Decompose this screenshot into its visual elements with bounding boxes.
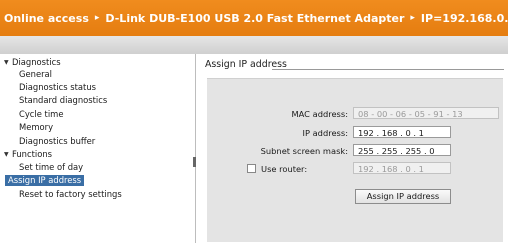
nav-item-diagnostics-status[interactable]: Diagnostics status: [19, 82, 96, 93]
nav-item-assign-ip-address[interactable]: Assign IP address: [5, 175, 85, 186]
ip-address-field[interactable]: 192 . 168 . 0 . 1: [353, 126, 451, 138]
nav-group-functions[interactable]: Functions: [12, 149, 52, 160]
router-address-field: 192 . 168 . 0 . 1: [353, 162, 451, 174]
section-divider: [272, 69, 504, 70]
breadcrumb-separator-icon: ▸: [94, 13, 100, 23]
mac-address-field: 08 - 00 - 06 - 05 - 91 - 13: [353, 107, 499, 119]
toolbar-strip: [0, 36, 508, 54]
subnet-mask-field[interactable]: 255 . 255 . 255 . 0: [353, 144, 451, 156]
breadcrumb-online-access[interactable]: Online access: [4, 12, 89, 25]
nav-item-cycle-time[interactable]: Cycle time: [19, 109, 63, 120]
use-router-label: Use router:: [261, 164, 308, 174]
nav-item-general[interactable]: General: [19, 69, 52, 80]
nav-item-standard-diagnostics[interactable]: Standard diagnostics: [19, 95, 107, 106]
subnet-mask-label: Subnet screen mask:: [260, 146, 348, 156]
ip-address-label: IP address:: [302, 128, 348, 138]
nav-item-set-time-of-day[interactable]: Set time of day: [19, 162, 83, 173]
nav-item-memory[interactable]: Memory: [19, 122, 53, 133]
assign-ip-panel: MAC address: 08 - 00 - 06 - 05 - 91 - 13…: [207, 78, 503, 242]
breadcrumb: Online access ▸ D-Link DUB-E100 USB 2.0 …: [0, 0, 508, 36]
nav-group-diagnostics[interactable]: Diagnostics: [12, 57, 61, 68]
assign-ip-section: Assign IP address MAC address: 08 - 00 -…: [197, 54, 508, 243]
splitter-handle[interactable]: [193, 157, 196, 167]
use-router-checkbox[interactable]: [247, 164, 256, 173]
expand-triangle-icon[interactable]: ▼: [4, 59, 9, 66]
assign-ip-button[interactable]: Assign IP address: [355, 189, 451, 204]
nav-item-diagnostics-buffer[interactable]: Diagnostics buffer: [19, 136, 95, 147]
mac-address-label: MAC address:: [291, 109, 348, 119]
breadcrumb-plc[interactable]: IP=192.168.0.1 PLC_1: [421, 12, 508, 25]
expand-triangle-icon[interactable]: ▼: [4, 151, 9, 158]
navigation-tree: ▼ Diagnostics General Diagnostics status…: [0, 54, 196, 243]
breadcrumb-separator-icon: ▸: [410, 13, 415, 23]
breadcrumb-adapter[interactable]: D-Link DUB-E100 USB 2.0 Fast Ethernet Ad…: [105, 12, 404, 25]
nav-item-reset-to-factory-settings[interactable]: Reset to factory settings: [19, 189, 122, 200]
